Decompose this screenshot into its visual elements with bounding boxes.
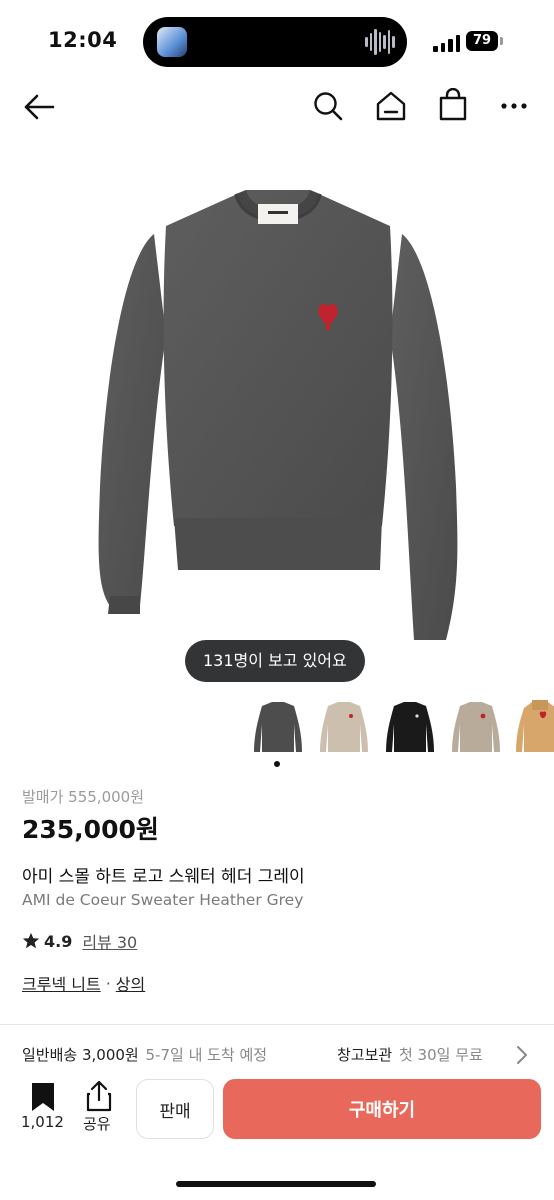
product-image[interactable]	[96, 186, 460, 646]
viewers-badge: 131명이 보고 있어요	[185, 640, 365, 682]
shipping-standard-label: 일반배송 3,000원	[22, 1046, 139, 1064]
star-icon	[22, 932, 40, 949]
chevron-right-icon[interactable]	[515, 1044, 529, 1066]
shipping-standard[interactable]: 일반배송 3,000원 5-7일 내 도착 예정	[22, 1044, 267, 1065]
audio-waveform-icon	[365, 28, 396, 56]
category-separator: ·	[105, 973, 111, 993]
now-playing-artwork	[157, 27, 187, 57]
thumbnail-taupe[interactable]	[450, 700, 502, 756]
current-price: 235,000원	[22, 815, 159, 844]
home-indicator[interactable]	[176, 1181, 376, 1187]
search-icon[interactable]	[312, 90, 344, 122]
category-breadcrumb: 크루넥 니트 · 상의	[22, 971, 145, 995]
shipping-storage[interactable]: 창고보관 첫 30일 무료	[337, 1044, 483, 1065]
thumbnail-black[interactable]	[384, 700, 436, 756]
share-icon[interactable]	[85, 1080, 113, 1112]
battery-icon: 79	[466, 31, 498, 51]
category-link-crewneck[interactable]: 크루넥 니트	[22, 971, 101, 995]
release-price: 발매가 555,000원	[22, 788, 144, 806]
rating-row: 4.9 리뷰 30	[22, 929, 137, 953]
review-link[interactable]: 리뷰 30	[82, 929, 137, 953]
thumbnail-charcoal[interactable]	[252, 700, 304, 756]
cellular-signal-icon	[433, 34, 461, 52]
category-link-tops[interactable]: 상의	[116, 971, 145, 995]
shipping-standard-detail: 5-7일 내 도착 예정	[145, 1046, 268, 1064]
thumbnail-camel[interactable]	[514, 700, 554, 756]
dynamic-island[interactable]	[143, 17, 407, 67]
rating-value: 4.9	[44, 931, 73, 951]
product-name-ko: 아미 스몰 하트 로고 스웨터 헤더 그레이	[22, 867, 305, 887]
status-time: 12:04	[48, 28, 118, 52]
product-name-en: AMI de Coeur Sweater Heather Grey	[22, 891, 304, 909]
shipping-storage-detail: 첫 30일 무료	[398, 1046, 483, 1064]
color-thumbnails	[252, 700, 554, 756]
shipping-storage-label: 창고보관	[337, 1046, 393, 1064]
more-horizontal-icon[interactable]	[500, 100, 528, 112]
carousel-indicator	[274, 761, 280, 767]
bookmark-count: 1,012	[21, 1113, 64, 1131]
thumbnail-beige[interactable]	[318, 700, 370, 756]
sell-button[interactable]: 판매	[136, 1079, 214, 1139]
battery-tip	[500, 37, 503, 45]
buy-button[interactable]: 구매하기	[223, 1079, 541, 1139]
section-divider	[0, 1024, 554, 1025]
shopping-bag-icon[interactable]	[437, 88, 469, 122]
share-label: 공유	[83, 1115, 111, 1133]
arrow-left-icon[interactable]	[22, 92, 56, 122]
bookmark-icon[interactable]	[30, 1082, 56, 1112]
home-icon[interactable]	[374, 90, 408, 122]
